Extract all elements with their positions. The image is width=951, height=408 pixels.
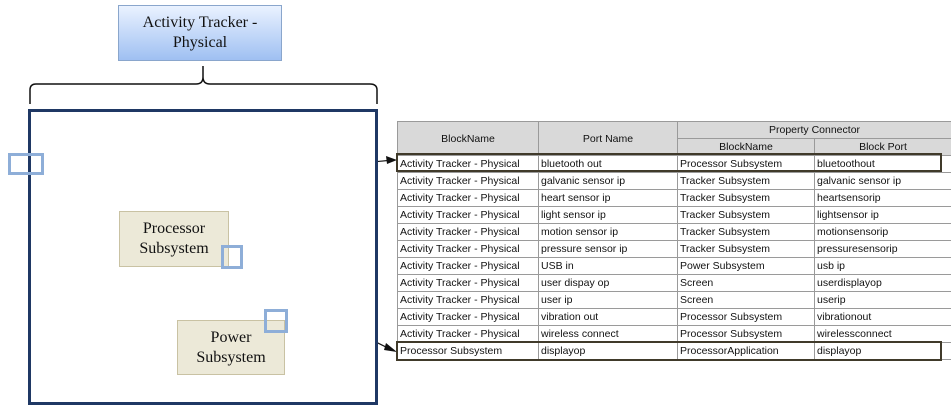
table-cell: galvanic sensor ip (538, 172, 678, 190)
table-cell: Activity Tracker - Physical (397, 172, 539, 190)
table-cell: Activity Tracker - Physical (397, 189, 539, 207)
table-cell: userdisplayop (813, 274, 951, 292)
table-cell: user ip (538, 291, 678, 309)
table-cell: Tracker Subsystem (677, 189, 815, 207)
table-body: Activity Tracker - Physical bluetooth out… (397, 155, 951, 360)
table-cell: Power Subsystem (677, 257, 815, 275)
header-property-connector: Property Connector (676, 121, 951, 139)
header-port-name: Port Name (538, 121, 678, 156)
table-cell: pressuresensorip (813, 240, 951, 258)
table-cell: Activity Tracker - Physical (397, 223, 539, 241)
table-cell: Activity Tracker - Physical (397, 308, 539, 326)
table-row: Activity Tracker - Physical vibration out… (397, 308, 951, 326)
table-row: Activity Tracker - Physical user ip Screen… (397, 291, 951, 309)
table-cell: Activity Tracker - Physical (397, 325, 539, 343)
table-cell: vibrationout (813, 308, 951, 326)
table-cell: heartsensorip (813, 189, 951, 207)
highlight-bluetooth-row (396, 153, 942, 172)
power-subsystem-label: Power Subsystem (196, 328, 266, 366)
table-cell: USB in (538, 257, 678, 275)
table-row: Activity Tracker - Physical light sensor … (397, 206, 951, 224)
table-cell: Tracker Subsystem (677, 223, 815, 241)
table-cell: Activity Tracker - Physical (397, 291, 539, 309)
table-cell: Screen (677, 291, 815, 309)
table-cell: pressure sensor ip (538, 240, 678, 258)
table-cell: user dispay op (538, 274, 678, 292)
table-cell: usb ip (813, 257, 951, 275)
table-row: Activity Tracker - Physical heart sensor … (397, 189, 951, 207)
table-row: Activity Tracker - Physical galvanic sens… (397, 172, 951, 190)
activity-tracker-port (8, 153, 44, 175)
processor-subsystem-port (221, 245, 243, 269)
header-block-name: BlockName (397, 121, 539, 156)
table-cell: Screen (677, 274, 815, 292)
table-cell: motion sensor ip (538, 223, 678, 241)
table-cell: Processor Subsystem (677, 308, 815, 326)
table-cell: galvanic sensor ip (813, 172, 951, 190)
table-cell: Activity Tracker - Physical (397, 206, 539, 224)
table-cell: userip (813, 291, 951, 309)
table-row: Activity Tracker - Physical pressure sens… (397, 240, 951, 258)
table-cell: vibration out (538, 308, 678, 326)
table-row: Activity Tracker - Physical user dispay o… (397, 274, 951, 292)
table-cell: heart sensor ip (538, 189, 678, 207)
table-cell: wirelessconnect (813, 325, 951, 343)
table-cell: Activity Tracker - Physical (397, 257, 539, 275)
table-cell: Processor Subsystem (677, 325, 815, 343)
table-cell: Activity Tracker - Physical (397, 240, 539, 258)
table-cell: wireless connect (538, 325, 678, 343)
table-row: Activity Tracker - Physical wireless conn… (397, 325, 951, 343)
power-subsystem-port (264, 309, 288, 333)
composition-brace (29, 66, 378, 104)
table-cell: lightsensor ip (813, 206, 951, 224)
table-cell: Tracker Subsystem (677, 206, 815, 224)
table-row: Activity Tracker - Physical motion sensor… (397, 223, 951, 241)
table-cell: Tracker Subsystem (677, 172, 815, 190)
highlight-displayop-row (396, 341, 942, 361)
table-row: Activity Tracker - Physical USB in Power S… (397, 257, 951, 275)
processor-subsystem-label: Processor Subsystem (139, 220, 209, 257)
table-cell: Tracker Subsystem (677, 240, 815, 258)
table-cell: Activity Tracker - Physical (397, 274, 539, 292)
processor-subsystem-block: Processor Subsystem (119, 211, 229, 267)
table-cell: motionsensorip (813, 223, 951, 241)
table-cell: light sensor ip (538, 206, 678, 224)
